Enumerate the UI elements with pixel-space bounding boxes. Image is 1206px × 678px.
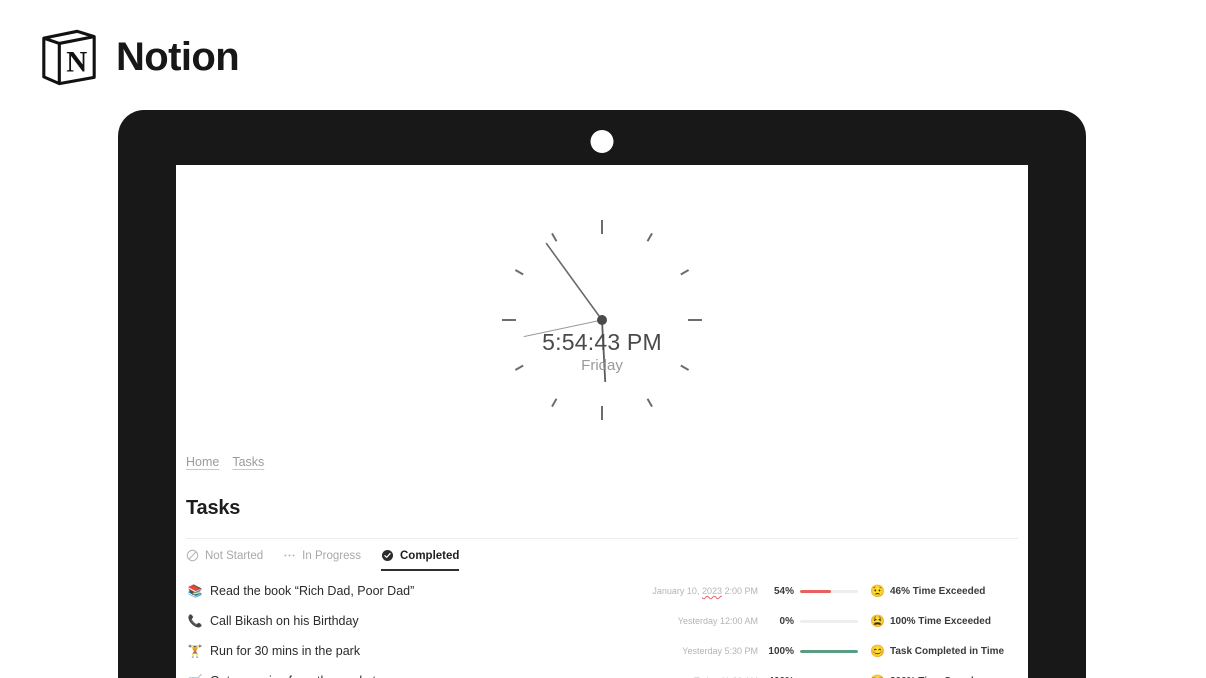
status-tabs: Not Started In Progress Completed [186,549,1018,571]
task-percent: 54% [773,585,794,597]
status-label: 46% Time Exceeded [889,585,986,597]
task-progress-bar [800,649,858,653]
laptop-screen: 5:54:43 PM Friday Home Tasks Tasks Not S… [176,165,1028,678]
tab-not-started-label: Not Started [205,549,264,562]
status-label: Task Completed in Time [889,645,1005,657]
tab-completed-label: Completed [399,549,460,562]
tasks-page: Home Tasks Tasks Not Started In Progress… [176,455,1028,678]
task-status: 😫 100% Time Exceeded [870,615,1018,627]
clock-face-icon [502,220,702,420]
status-emoji-icon: 😊 [870,644,885,658]
task-status: 😟 46% Time Exceeded [870,585,1018,597]
task-percent: 0% [779,615,794,627]
task-row[interactable]: 📞 Call Bikash on his Birthday Yesterday 12… [186,609,1018,633]
page-title: Tasks [186,497,241,519]
task-row[interactable]: 🛒Get groceries from the marketToday 11:3… [186,669,1018,678]
task-status: 😊 Task Completed in Time [870,645,1018,657]
task-name: Call Bikash on his Birthday [210,614,359,628]
breadcrumb-item-tasks[interactable]: Tasks [232,455,264,469]
breadcrumb-item-home[interactable]: Home [186,455,219,469]
header-divider [186,538,1018,539]
dumbbell-emoji: 🏋 [187,644,203,658]
task-row[interactable]: 🏋 Run for 30 mins in the park Yesterday 5:… [186,639,1018,663]
check-circle-filled-icon [381,549,394,562]
task-due-date: Yesterday 5:30 PM [682,646,758,656]
brand-name: Notion [116,35,240,79]
svg-text:N: N [66,47,87,79]
tab-completed[interactable]: Completed [380,549,460,571]
analog-clock: 5:54:43 PM Friday [487,205,717,435]
task-name: Run for 30 mins in the park [210,644,361,658]
laptop-frame: 5:54:43 PM Friday Home Tasks Tasks Not S… [118,110,1086,678]
tab-not-started[interactable]: Not Started [186,549,263,571]
task-list: 📚 Read the book “Rich Dad, Poor Dad” Janua… [186,579,1018,678]
breadcrumb: Home Tasks [186,455,1018,469]
spellcheck-year: 2023 [701,586,722,596]
circle-slash-icon [186,549,199,562]
clock-widget: 5:54:43 PM Friday [176,205,1028,455]
task-name: Read the book “Rich Dad, Poor Dad” [210,584,415,598]
task-progress-fill [800,589,832,593]
books-emoji: 📚 [187,584,203,598]
task-progress-bar [800,589,858,593]
screenshot-root: N Notion 5:54:43 PM Friday Home Tasks Ta… [0,0,1206,678]
notion-brand: N Notion [38,26,240,88]
ellipsis-icon [284,554,295,557]
task-percent: 100% [768,645,794,657]
webcam-icon [590,130,614,153]
status-emoji-icon: 😫 [870,614,885,628]
task-progress-fill [800,649,858,653]
status-emoji-icon: 😟 [870,584,885,598]
tab-in-progress[interactable]: In Progress [283,549,361,571]
tab-in-progress-label: In Progress [302,549,361,562]
status-label: 100% Time Exceeded [889,615,991,627]
task-progress-bar [800,619,858,623]
task-due-date: Yesterday 12:00 AM [677,616,758,626]
telephone-emoji: 📞 [187,614,203,628]
task-row[interactable]: 📚 Read the book “Rich Dad, Poor Dad” Janua… [186,579,1018,603]
clock-day: Friday [581,357,623,375]
task-due-date: January 10, 2023 2:00 PM [652,586,758,596]
notion-cube-icon: N [42,29,96,86]
task-name: Get groceries from the market [210,674,376,678]
clock-time: 5:54:43 PM [542,329,662,355]
clock-readout: 5:54:43 PM Friday [492,329,712,375]
